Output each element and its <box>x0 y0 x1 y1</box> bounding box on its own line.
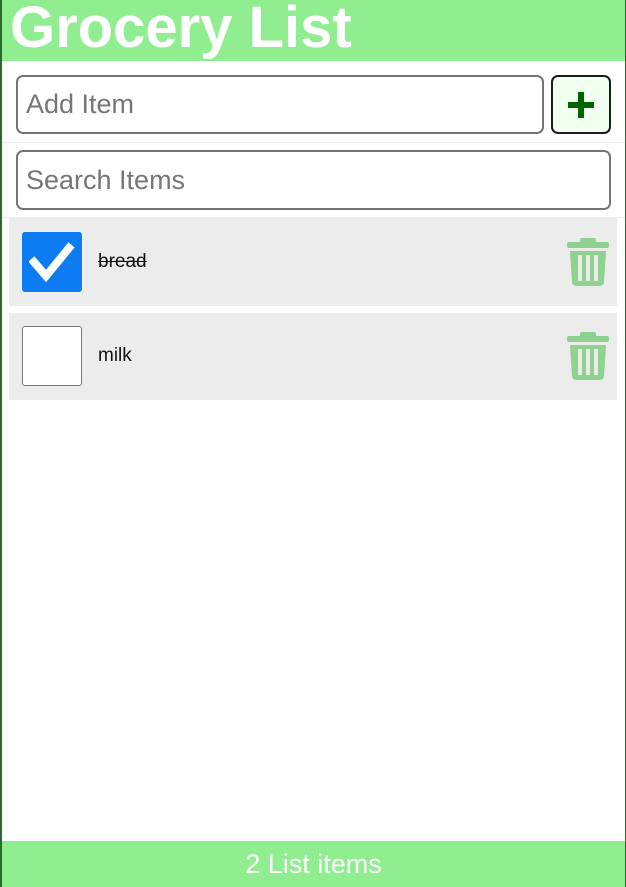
add-item-input[interactable] <box>16 75 544 134</box>
item-count: 2 List items <box>245 849 382 879</box>
item-checkbox[interactable] <box>22 232 82 292</box>
trash-icon[interactable] <box>567 238 609 286</box>
add-item-button[interactable] <box>551 75 611 134</box>
trash-icon[interactable] <box>567 332 609 380</box>
app-header: Grocery List <box>2 0 625 61</box>
search-form <box>2 143 625 218</box>
add-item-form <box>2 61 625 143</box>
app-footer: 2 List items <box>2 841 625 887</box>
checkmark-icon <box>29 242 75 283</box>
search-input[interactable] <box>16 150 611 210</box>
page-title: Grocery List <box>10 0 352 60</box>
item-label: milk <box>98 345 132 366</box>
list-item: milk <box>9 313 617 400</box>
item-label: bread <box>98 251 147 272</box>
plus-icon <box>568 92 594 118</box>
app-window: Grocery List bread mil <box>0 0 626 887</box>
list-item: bread <box>9 217 617 306</box>
item-checkbox[interactable] <box>22 326 82 386</box>
